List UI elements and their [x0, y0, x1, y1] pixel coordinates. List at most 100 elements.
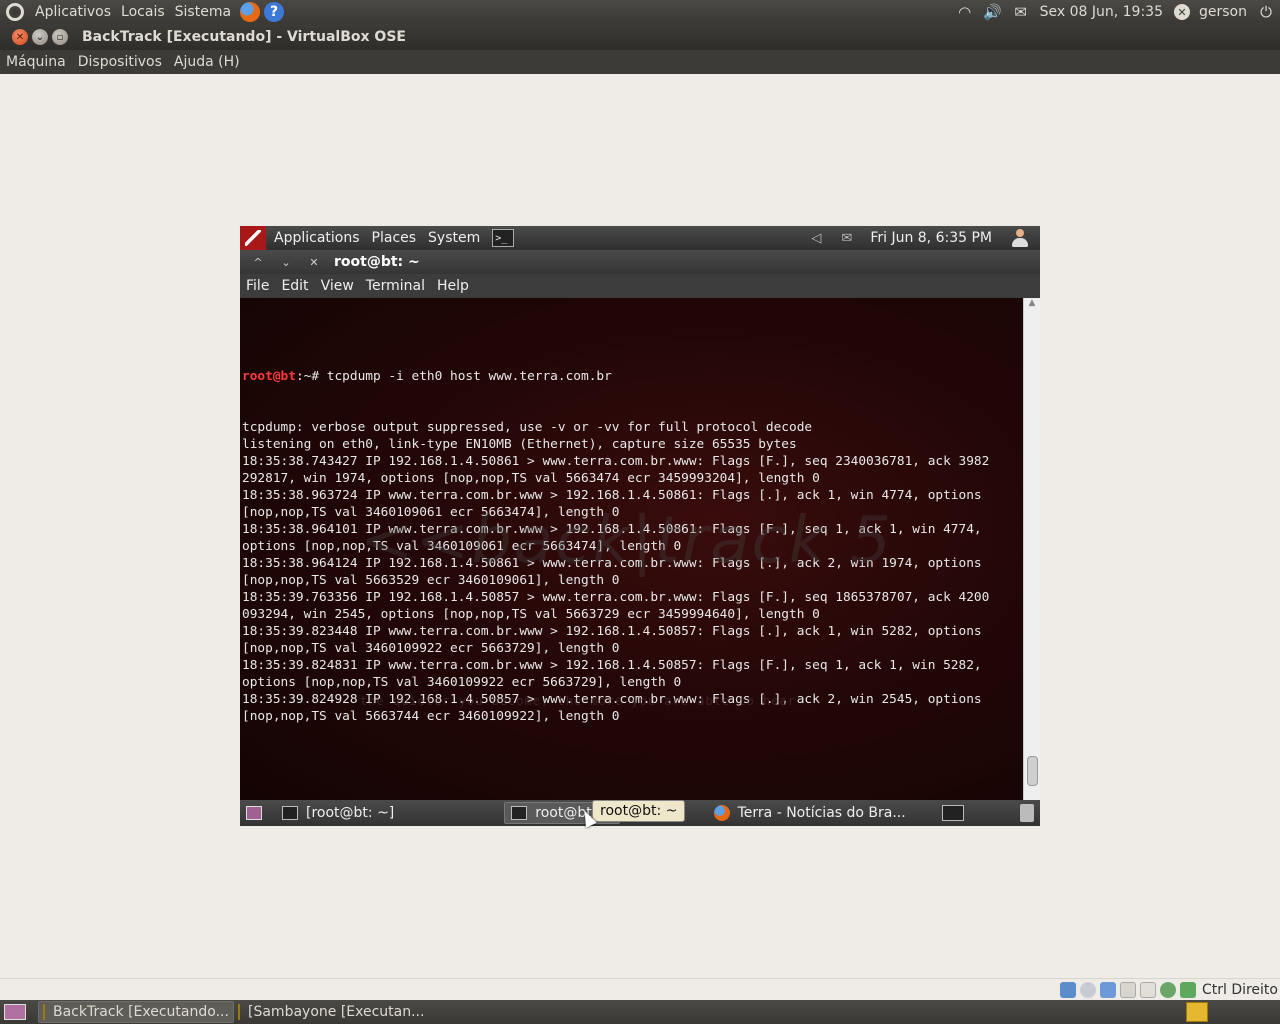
guest-mail-icon[interactable]: ✉ — [841, 231, 852, 246]
terminal-line: 18:35:39.823448 IP www.terra.com.br.www … — [242, 624, 982, 639]
host-tray: ◠ 🔊 ✉ Sex 08 Jun, 19:35 ✕ gerson ⏻ — [951, 0, 1280, 24]
terminal-line: 292817, win 1974, options [nop,nop,TS va… — [242, 471, 820, 486]
show-desktop-icon[interactable] — [246, 806, 262, 820]
guest-menu-applications[interactable]: Applications — [270, 230, 364, 246]
terminal-launcher-icon[interactable]: >_ — [492, 229, 515, 247]
terminal-line: [nop,nop,TS val 5663529 ecr 3460109061],… — [242, 573, 620, 588]
guest-clock[interactable]: Fri Jun 8, 6:35 PM — [866, 230, 996, 246]
mouse-integration-icon[interactable] — [1179, 981, 1196, 998]
terminal-menu-file[interactable]: File — [240, 278, 275, 294]
host-menu-places[interactable]: Locais — [116, 0, 170, 24]
vbox-menu-devices[interactable]: Dispositivos — [72, 54, 168, 70]
vbox-menu-machine[interactable]: Máquina — [0, 54, 72, 70]
wifi-icon[interactable]: ◠ — [955, 2, 975, 22]
host-task-backtrack[interactable]: BackTrack [Executando... — [38, 1001, 234, 1023]
guest-top-panel: Applications Places System >_ ◁ ✉ Fri Ju… — [240, 226, 1040, 250]
terminal-title: root@bt: ~ — [334, 254, 420, 270]
guest-task-firefox[interactable]: Terra - Notícias do Bra... — [708, 802, 912, 824]
hard-disk-icon[interactable] — [1059, 981, 1076, 998]
virtualization-icon[interactable] — [1159, 981, 1176, 998]
network-icon[interactable] — [1099, 981, 1116, 998]
host-task-sambayone[interactable]: [Sambayone [Executan... — [234, 1001, 430, 1023]
workspace-switcher-icon[interactable] — [941, 805, 964, 821]
prompt-user: root@bt — [242, 369, 296, 384]
terminal-icon — [282, 806, 298, 820]
terminal-line: 18:35:39.824831 IP www.terra.com.br.www … — [242, 658, 982, 673]
guest-menu-system[interactable]: System — [424, 230, 484, 246]
terminal-titlebar: ^ ⌄ ✕ root@bt: ~ — [240, 250, 1040, 274]
terminal-menu-help[interactable]: Help — [431, 278, 475, 294]
terminal-output[interactable]: <<back|track 5 the quieter you become, t… — [240, 298, 1023, 800]
shared-folders-icon[interactable] — [1119, 981, 1136, 998]
backtrack-quote: the quieter you become, the more you are… — [360, 694, 796, 708]
terminal-menubar: File Edit View Terminal Help — [240, 274, 1040, 298]
host-menu-applications[interactable]: Aplicativos — [30, 0, 116, 24]
minimize-window-button[interactable]: ⌄ — [32, 29, 48, 45]
vbox-statusbar: Ctrl Direito — [0, 978, 1280, 1000]
guest-task-label: [root@bt: ~] — [306, 805, 395, 821]
virtualbox-tray-icon[interactable] — [1186, 1002, 1208, 1022]
terminal-line: listening on eth0, link-type EN10MB (Eth… — [242, 437, 797, 452]
vbox-titlebar: ✕ ⌄ ▫ BackTrack [Executando] - VirtualBo… — [0, 24, 1280, 50]
taskbar-tooltip: root@bt: ~ — [592, 800, 686, 822]
firefox-icon — [713, 805, 730, 821]
terminal-line: 18:35:39.763356 IP 192.168.1.4.50857 > w… — [242, 590, 990, 605]
terminal-line: [nop,nop,TS val 5663744 ecr 3460109922],… — [242, 709, 620, 724]
guest-user-icon[interactable] — [1010, 228, 1030, 248]
terminal-line: 18:35:38.743427 IP 192.168.1.4.50861 > w… — [242, 454, 990, 469]
guest-tray: ◁ ✉ Fri Jun 8, 6:35 PM — [801, 226, 1040, 250]
host-menu-system[interactable]: Sistema — [170, 0, 236, 24]
chevron-down-icon[interactable]: ⌄ — [276, 256, 296, 269]
chevron-up-icon[interactable]: ^ — [248, 256, 268, 269]
prompt-command: :~# tcpdump -i eth0 host www.terra.com.b… — [295, 369, 612, 384]
guest-task-label: Terra - Notícias do Bra... — [737, 805, 906, 821]
terminal-line: options [nop,nop,TS val 3460109922 ecr 5… — [242, 675, 682, 690]
trash-icon[interactable] — [1020, 804, 1034, 822]
terminal-menu-edit[interactable]: Edit — [275, 278, 314, 294]
guest-screen[interactable]: Applications Places System >_ ◁ ✉ Fri Ju… — [240, 226, 1040, 826]
terminal-icon — [511, 806, 528, 820]
terminal-line: 18:35:38.964124 IP 192.168.1.4.50861 > w… — [242, 556, 982, 571]
maximize-window-button[interactable]: ▫ — [52, 29, 68, 45]
backtrack-logo-icon[interactable] — [240, 226, 266, 250]
vbox-menubar: Máquina Dispositivos Ajuda (H) — [0, 50, 1280, 74]
close-icon[interactable]: ✕ — [304, 256, 324, 269]
vbox-menu-help[interactable]: Ajuda (H) — [168, 54, 246, 70]
host-clock[interactable]: Sex 08 Jun, 19:35 — [1035, 0, 1168, 24]
terminal-scrollbar[interactable]: ▲ — [1023, 298, 1040, 800]
terminal-line: [nop,nop,TS val 3460109922 ecr 5663729],… — [242, 641, 620, 656]
terminal-line: options [nop,nop,TS val 3460109061 ecr 5… — [242, 539, 682, 554]
terminal-line: 093294, win 2545, options [nop,nop,TS va… — [242, 607, 820, 622]
host-user-name[interactable]: gerson — [1194, 0, 1252, 24]
terminal-line: [nop,nop,TS val 3460109061 ecr 5663474],… — [242, 505, 620, 520]
host-key-label: Ctrl Direito — [1201, 981, 1278, 998]
scrollbar-thumb[interactable] — [1027, 756, 1038, 786]
terminal-line: 18:35:38.964101 IP www.terra.com.br.www … — [242, 522, 982, 537]
help-icon[interactable]: ? — [264, 2, 285, 22]
user-status-icon: ✕ — [1174, 4, 1190, 20]
virtualbox-icon — [43, 1004, 45, 1020]
close-window-button[interactable]: ✕ — [12, 29, 28, 45]
terminal-menu-view[interactable]: View — [315, 278, 360, 294]
ubuntu-logo-icon[interactable] — [6, 3, 24, 21]
mail-icon[interactable]: ✉ — [1011, 2, 1031, 22]
host-task-label: BackTrack [Executando... — [53, 1004, 229, 1020]
show-desktop-icon[interactable] — [4, 1004, 26, 1020]
virtualbox-icon — [238, 1004, 240, 1020]
terminal-lines: tcpdump: verbose output suppressed, use … — [242, 419, 1023, 725]
terminal-menu-terminal[interactable]: Terminal — [360, 278, 431, 294]
host-top-panel: Aplicativos Locais Sistema ? ◠ 🔊 ✉ Sex 0… — [0, 0, 1280, 24]
power-icon[interactable]: ⏻ — [1256, 2, 1276, 22]
guest-task-terminal-1[interactable]: [root@bt: ~] — [276, 802, 400, 824]
host-bottom-panel: BackTrack [Executando... [Sambayone [Exe… — [0, 1000, 1280, 1024]
firefox-icon[interactable] — [240, 2, 261, 22]
vbox-window-title: BackTrack [Executando] - VirtualBox OSE — [82, 29, 406, 45]
volume-icon[interactable]: 🔊 — [983, 2, 1003, 22]
scroll-up-icon[interactable]: ▲ — [1024, 298, 1040, 312]
terminal-prompt-line: root@bt:~# tcpdump -i eth0 host www.terr… — [242, 368, 1023, 385]
optical-drive-icon[interactable] — [1079, 981, 1096, 998]
guest-volume-icon[interactable]: ◁ — [811, 231, 821, 246]
usb-icon[interactable] — [1139, 981, 1156, 998]
guest-menu-places[interactable]: Places — [368, 230, 421, 246]
host-task-label: [Sambayone [Executan... — [248, 1004, 425, 1020]
